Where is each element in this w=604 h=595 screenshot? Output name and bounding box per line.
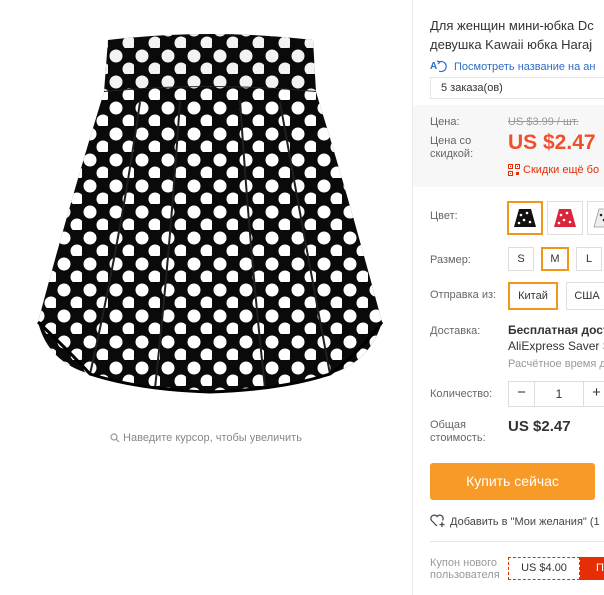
magnifier-icon xyxy=(110,433,120,446)
zoom-hint: Наведите курсор, чтобы увеличить xyxy=(0,432,412,446)
coupon-label: Купон нового пользователя xyxy=(430,557,500,581)
size-option-l[interactable]: L xyxy=(576,247,602,271)
delivery-title: Бесплатная доста xyxy=(508,323,604,337)
coupon-amount: US $4.00 xyxy=(508,557,580,580)
product-title-line: Для женщин мини-юбка Dc xyxy=(430,18,594,33)
size-option-s[interactable]: S xyxy=(508,247,534,271)
wishlist-text: Добавить в "Мои желания" (1 xyxy=(450,516,600,528)
discount-price-label: Цена со скидкой: xyxy=(430,135,474,160)
color-swatch-black[interactable] xyxy=(507,201,543,235)
product-info-pane: Для женщин мини-юбка Dc девушка Kawaii ю… xyxy=(413,0,604,595)
translate-icon: A xyxy=(430,59,448,76)
size-option-m[interactable]: M xyxy=(541,247,569,271)
orders-count: 5 заказа(ов) xyxy=(430,77,604,99)
delivery-time: Расчётное время д xyxy=(508,358,604,370)
quantity-label: Количество: xyxy=(430,388,493,400)
ship-from-china[interactable]: Китай xyxy=(508,282,558,310)
delivery-label: Доставка: xyxy=(430,325,481,337)
color-swatch-white[interactable] xyxy=(587,201,604,235)
buy-now-button[interactable]: Купить сейчас xyxy=(430,463,595,500)
delivery-method[interactable]: AliExpress Saver S xyxy=(508,339,604,353)
svg-text:A: A xyxy=(430,61,437,72)
size-label: Размер: xyxy=(430,254,471,266)
add-to-wishlist-link[interactable]: Добавить в "Мои желания" (1 xyxy=(430,514,600,530)
section-divider xyxy=(430,541,604,542)
extra-discount-link[interactable]: Скидки ещё бо xyxy=(508,164,599,179)
extra-discount-text: Скидки ещё бо xyxy=(523,164,600,176)
old-price: US $3.99 / шт. xyxy=(508,116,579,128)
quantity-decrement-button[interactable]: − xyxy=(509,382,535,406)
discount-price-value: US $2.47 xyxy=(508,131,596,154)
discount-price: US $2.47/ xyxy=(508,131,604,155)
product-image[interactable] xyxy=(30,22,390,402)
quantity-input[interactable]: 1 xyxy=(535,382,583,406)
translate-title-link[interactable]: A Посмотреть название на ан xyxy=(430,59,595,76)
total-value: US $2.47 xyxy=(508,418,571,435)
ship-from-usa[interactable]: США xyxy=(566,282,604,310)
quantity-stepper: − 1 + xyxy=(508,381,604,407)
color-label: Цвет: xyxy=(430,210,458,222)
price-label: Цена: xyxy=(430,116,460,128)
total-label: Общая стоимость: xyxy=(430,419,486,444)
heart-plus-icon xyxy=(430,514,446,530)
product-image-pane: Наведите курсор, чтобы увеличить xyxy=(0,0,412,595)
price-block: Цена: US $3.99 / шт. Цена со скидкой: US… xyxy=(413,105,604,187)
zoom-hint-text: Наведите курсор, чтобы увеличить xyxy=(123,432,302,444)
product-title: Для женщин мини-юбка Dc девушка Kawaii ю… xyxy=(430,16,604,54)
ship-from-label: Отправка из: xyxy=(430,289,497,301)
get-coupon-button[interactable]: П xyxy=(580,557,604,580)
color-swatch-red[interactable] xyxy=(547,201,583,235)
quantity-increment-button[interactable]: + xyxy=(583,382,604,406)
product-title-line: девушка Kawaii юбка Haraj xyxy=(430,37,593,52)
qr-code-icon xyxy=(508,164,520,179)
translate-link-text: Посмотреть название на ан xyxy=(454,61,596,73)
